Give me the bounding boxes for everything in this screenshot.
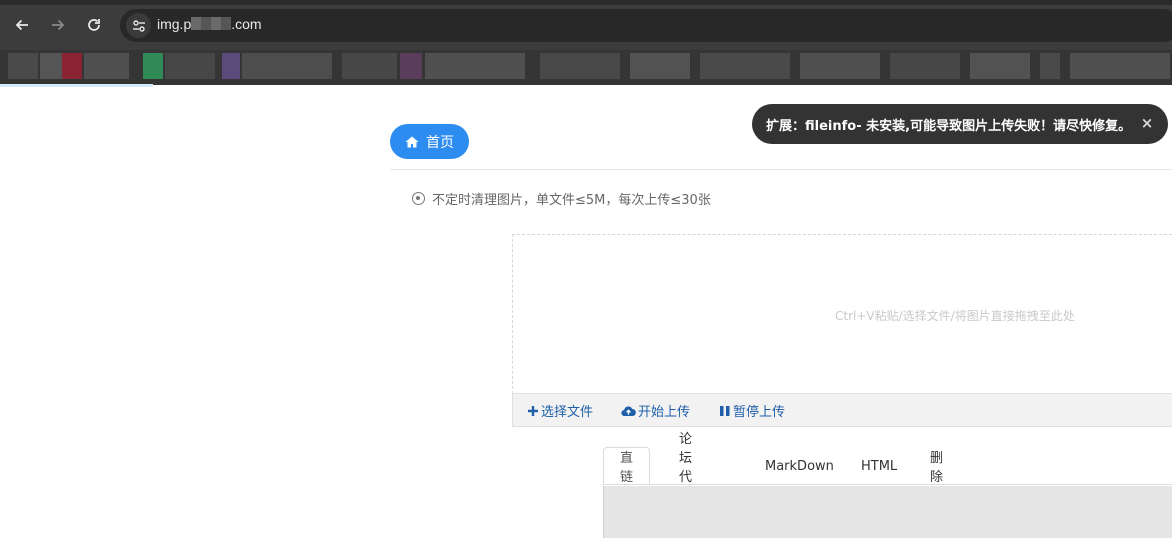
arrow-right-icon xyxy=(52,19,65,31)
pause-icon xyxy=(720,405,730,416)
home-icon xyxy=(405,136,419,147)
tab-markdown[interactable]: MarkDown xyxy=(749,447,850,485)
home-button[interactable]: 首页 xyxy=(390,124,469,159)
tab-html[interactable]: HTML xyxy=(845,447,913,485)
bookmarks-bar xyxy=(0,50,1172,85)
divider xyxy=(390,169,1172,170)
warning-toast: 扩展：fileinfo- 未安装,可能导致图片上传失败！请尽快修复。 × xyxy=(752,104,1168,144)
tab-label: 删除 xyxy=(930,451,944,485)
url-redaction xyxy=(191,17,232,30)
tab-label: MarkDown xyxy=(765,458,834,474)
upload-dropzone[interactable]: Ctrl+V粘贴/选择文件/将图片直接拖拽至此处 xyxy=(512,234,1172,394)
close-icon[interactable]: × xyxy=(1138,114,1156,132)
tab-label: 直链 xyxy=(620,451,634,485)
notice: 不定时清理图片，单文件≤5M，每次上传≤30张 xyxy=(412,188,711,208)
select-file-label: 选择文件 xyxy=(541,405,594,420)
reload-icon xyxy=(88,19,100,31)
home-label: 首页 xyxy=(426,134,454,151)
address-bar[interactable]: img.p .com xyxy=(120,9,1172,42)
tab-delete[interactable]: 删除 xyxy=(914,447,959,485)
link-output-box[interactable] xyxy=(603,486,1172,538)
forward-button[interactable] xyxy=(46,13,70,37)
back-button[interactable] xyxy=(10,13,34,37)
reload-button[interactable] xyxy=(82,13,106,37)
notice-text: 不定时清理图片，单文件≤5M，每次上传≤30张 xyxy=(432,192,711,208)
tab-border xyxy=(603,484,1172,485)
select-file-button[interactable]: 选择文件 xyxy=(527,401,593,420)
start-upload-button[interactable]: 开始上传 xyxy=(621,401,690,420)
site-info-button[interactable] xyxy=(126,13,151,38)
tab-direct-link[interactable]: 直链 xyxy=(603,447,651,485)
url-text: img.p .com xyxy=(157,16,262,32)
bookmark-highlight xyxy=(0,84,153,87)
url-prefix: img.p xyxy=(157,16,192,32)
tune-icon xyxy=(132,19,145,32)
pause-upload-button[interactable]: 暂停上传 xyxy=(719,401,785,420)
tab-label: HTML xyxy=(861,458,898,474)
browser-toolbar: img.p .com xyxy=(0,0,1172,50)
tab-strip xyxy=(0,0,1172,5)
start-upload-label: 开始上传 xyxy=(638,405,691,420)
dot-circle-icon xyxy=(412,191,425,205)
dropzone-hint: Ctrl+V粘贴/选择文件/将图片直接拖拽至此处 xyxy=(835,309,1075,323)
tab-forum-code[interactable]: 论坛代码 xyxy=(663,432,708,504)
pause-upload-label: 暂停上传 xyxy=(733,405,786,420)
toast-message: 扩展：fileinfo- 未安装,可能导致图片上传失败！请尽快修复。 xyxy=(766,118,1132,134)
upload-toolbar: 选择文件 开始上传 暂停上传 xyxy=(512,393,1172,427)
arrow-left-icon xyxy=(15,19,28,31)
cloud-upload-icon xyxy=(621,405,636,416)
plus-icon xyxy=(528,405,538,416)
url-suffix: .com xyxy=(231,16,262,32)
